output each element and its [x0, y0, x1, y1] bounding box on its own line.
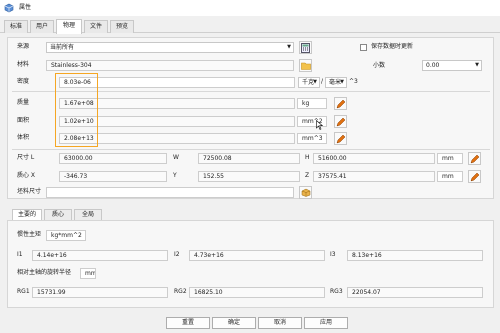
highlight-box: [55, 73, 98, 147]
subtab-label: 全局: [81, 211, 94, 218]
size-w-label: W: [173, 154, 179, 161]
rg2-label: RG2: [174, 288, 187, 295]
edit-mass-button[interactable]: [334, 97, 347, 110]
inertia-label: 惯性主矩: [17, 231, 42, 238]
area-label: 面积: [17, 117, 30, 124]
window-title: 属性: [19, 4, 32, 11]
source-dropdown[interactable]: 当前所有 ▼: [46, 42, 294, 53]
gyration-unit-field[interactable]: mm: [80, 268, 96, 279]
centroid-unit-field[interactable]: mm: [437, 171, 463, 182]
slash-label: /: [321, 78, 324, 85]
rg1-label: RG1: [17, 288, 30, 295]
tab-preview[interactable]: 预览: [110, 20, 134, 33]
centroid-label: 质心 X: [17, 172, 36, 179]
apply-button[interactable]: 应用: [304, 317, 348, 329]
reset-button[interactable]: 重置: [166, 317, 210, 329]
chevron-down-icon: ▼: [340, 79, 344, 85]
size-unit-field[interactable]: mm: [437, 153, 463, 164]
centroid-y-label: Y: [173, 172, 177, 179]
subtab-label: 主要的: [17, 211, 36, 218]
tab-standard[interactable]: 标准: [4, 20, 28, 33]
rg1-field: 15731.99: [32, 287, 168, 298]
centroid-y-field: 152.55: [198, 171, 300, 182]
subtab-global[interactable]: 全局: [74, 209, 102, 220]
folder-icon: [300, 62, 311, 70]
subtab-centroid[interactable]: 质心: [44, 209, 72, 220]
centroid-z-label: Z: [305, 172, 310, 179]
stock-button[interactable]: [299, 186, 312, 199]
cancel-button[interactable]: 取消: [258, 317, 302, 329]
centroid-x-field: -346.73: [59, 171, 167, 182]
i3-field: 8.13e+16: [347, 250, 483, 261]
calculator-button[interactable]: [299, 41, 312, 54]
calculator-icon: [301, 42, 310, 53]
rg3-field: 22054.07: [347, 287, 483, 298]
pencil-icon: [336, 117, 345, 126]
tab-physical[interactable]: 物理: [56, 19, 82, 34]
pencil-icon: [336, 134, 345, 143]
decimals-dropdown[interactable]: 0.00 ▼: [422, 60, 482, 71]
stock-field[interactable]: [46, 187, 294, 198]
tab-user[interactable]: 用户: [30, 20, 54, 33]
mass-label: 质量: [17, 99, 30, 106]
density-exp-label: ^3: [349, 78, 358, 85]
subtab-label: 质心: [51, 211, 64, 218]
pencil-icon: [470, 172, 479, 181]
i2-label: I2: [174, 251, 180, 258]
tab-file[interactable]: 文件: [84, 20, 108, 33]
source-value: 当前所有: [50, 44, 75, 51]
edit-size-button[interactable]: [468, 152, 481, 165]
i3-label: I3: [330, 251, 336, 258]
decimals-value: 0.00: [426, 62, 440, 69]
mass-unit-field[interactable]: kg: [297, 98, 327, 109]
tab-label: 文件: [89, 23, 102, 30]
pencil-icon: [470, 154, 479, 163]
rg2-field: 16825.10: [189, 287, 325, 298]
i1-field: 4.14e+16: [32, 250, 168, 261]
edit-volume-button[interactable]: [334, 132, 347, 145]
density-length-unit-dropdown[interactable]: 毫米 ▼: [325, 77, 347, 88]
size-l-field: 63000.00: [59, 153, 167, 164]
material-field[interactable]: Stainless-304: [46, 60, 294, 71]
tab-label: 物理: [62, 22, 75, 29]
pencil-icon: [336, 99, 345, 108]
density-label: 密度: [17, 78, 30, 85]
save-update-checkbox[interactable]: [360, 44, 367, 51]
i2-field: 4.73e+16: [189, 250, 325, 261]
i1-label: I1: [17, 251, 23, 258]
volume-unit-field[interactable]: mm^3: [297, 133, 327, 144]
decimals-label: 小数: [373, 62, 386, 69]
mouse-cursor-icon: [316, 119, 324, 132]
size-h-field: 51600.00: [313, 153, 435, 164]
chevron-down-icon: ▼: [475, 62, 479, 68]
divider: [12, 149, 490, 150]
save-update-label: 保存数据时更新: [371, 43, 414, 50]
rg3-label: RG3: [330, 288, 343, 295]
tab-label: 标准: [9, 23, 22, 30]
box-icon: [301, 188, 310, 197]
stock-label: 坯料尺寸: [17, 188, 42, 195]
density-mass-unit-dropdown[interactable]: 千克 ▼: [298, 77, 320, 88]
tab-bar: 标准 用户 物理 文件 预览: [0, 16, 500, 34]
app-icon: [4, 3, 14, 13]
chevron-down-icon: ▼: [313, 79, 317, 85]
tab-label: 预览: [115, 23, 128, 30]
gyration-label: 相对主轴的旋转半径: [17, 269, 72, 276]
title-bar: 属性: [0, 0, 500, 16]
size-w-field: 72500.08: [198, 153, 300, 164]
size-h-label: H: [305, 154, 310, 161]
folder-button[interactable]: [299, 59, 312, 72]
ok-button[interactable]: 确定: [212, 317, 256, 329]
centroid-z-field: 37575.41: [313, 171, 435, 182]
edit-area-button[interactable]: [334, 115, 347, 128]
source-label: 来源: [17, 43, 30, 50]
chevron-down-icon: ▼: [287, 44, 291, 50]
inertia-unit-field[interactable]: kg*mm^2: [46, 230, 86, 241]
edit-centroid-button[interactable]: [468, 170, 481, 183]
size-label: 尺寸 L: [17, 154, 35, 161]
volume-label: 体积: [17, 134, 30, 141]
material-label: 材料: [17, 61, 30, 68]
subtab-principal[interactable]: 主要的: [12, 209, 42, 220]
tab-label: 用户: [35, 23, 48, 30]
